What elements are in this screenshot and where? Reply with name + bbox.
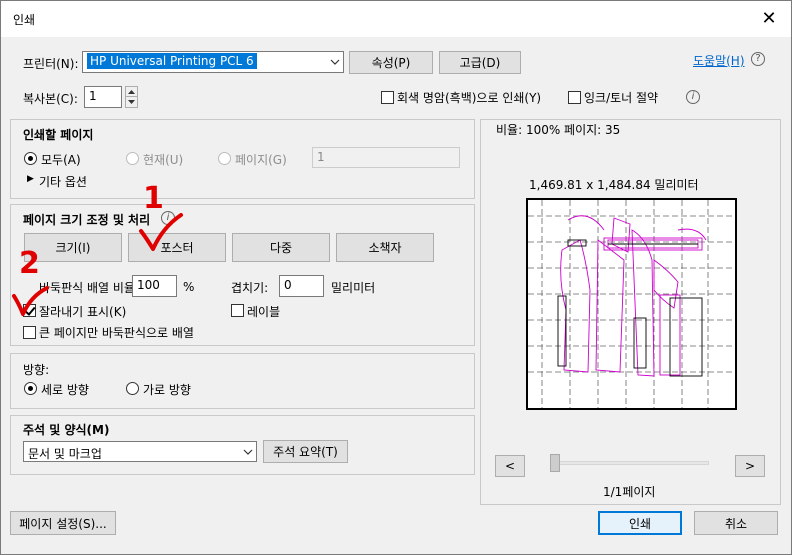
landscape-label: 가로 방향 [143,383,191,397]
chevron-down-icon [239,442,256,461]
chevron-down-icon [326,52,343,72]
expand-triangle-icon[interactable]: ▶ [27,174,34,184]
large-pages-label: 큰 페이지만 바둑판식으로 배열 [39,326,194,340]
all-pages-label: 모두(A) [41,153,81,167]
overlap-input[interactable]: 0 [279,275,324,297]
chevron-down-icon[interactable] [126,97,137,107]
current-page-radio[interactable] [126,152,139,165]
printer-label: 프린터(N): [23,57,79,71]
page-sizing-title: 페이지 크기 조정 및 처리 [23,213,151,227]
annotation-marker-1: 1 [143,181,164,216]
tile-scale-unit: % [183,280,195,294]
advanced-button[interactable]: 고급(D) [439,51,521,74]
all-pages-radio[interactable] [24,152,37,165]
cancel-button[interactable]: 취소 [694,511,778,535]
print-preview [526,198,737,410]
copies-input[interactable]: 1 [84,86,122,108]
poster-tile-preview [528,200,735,408]
page-range-input[interactable]: 1 [312,147,460,168]
page-range-label: 페이지(G) [235,153,287,167]
preview-slider[interactable] [551,461,709,465]
orientation-title: 방향: [23,363,50,377]
more-options-label[interactable]: 기타 옵션 [39,173,87,190]
close-icon[interactable]: ✕ [757,7,781,31]
comments-select[interactable]: 문서 및 마크업 [23,441,257,462]
large-pages-checkbox[interactable] [23,326,36,339]
chevron-up-icon[interactable] [126,87,137,97]
ink-save-label: 잉크/토너 절약 [584,91,659,105]
help-icon[interactable]: ? [751,52,765,66]
preview-prev-button[interactable]: < [495,455,525,477]
labels-checkbox[interactable] [231,304,244,317]
page-setup-button[interactable]: 페이지 설정(S)... [10,511,116,535]
grayscale-checkbox[interactable] [381,91,394,104]
printer-value: HP Universal Printing PCL 6 [87,53,257,69]
printer-select[interactable]: HP Universal Printing PCL 6 [82,51,344,73]
preview-scale-text: 비율: 100% 페이지: 35 [496,123,621,137]
booklet-button[interactable]: 소책자 [336,233,434,262]
annotation-marker-2: 2 [19,246,40,281]
copies-stepper[interactable] [125,86,138,108]
page-range-radio[interactable] [218,152,231,165]
properties-button[interactable]: 속성(P) [349,51,433,74]
help-link[interactable]: 도움말(H) [693,52,745,69]
annotation-check-1 [139,213,183,251]
ink-save-checkbox[interactable] [568,91,581,104]
info-icon[interactable]: i [686,90,700,104]
window-title: 인쇄 [13,13,36,27]
grayscale-label: 회색 명암(흑백)으로 인쇄(Y) [397,91,542,105]
tile-scale-label: 바둑판식 배열 비율: [39,281,139,295]
title-bar: 인쇄 ✕ [1,1,791,37]
portrait-radio[interactable] [24,382,37,395]
portrait-label: 세로 방향 [41,383,89,397]
copies-label: 복사본(C): [23,92,78,106]
pages-to-print-title: 인쇄할 페이지 [23,128,94,142]
comments-title: 주석 및 양식(M) [23,423,110,437]
annotation-check-2 [12,286,49,316]
preview-dimensions: 1,469.81 x 1,484.84 밀리미터 [529,178,699,192]
labels-label: 레이블 [247,305,281,319]
overlap-unit: 밀리미터 [331,281,376,295]
tile-scale-input[interactable]: 100 [132,275,177,297]
preview-slider-thumb[interactable] [550,454,560,472]
preview-page-indicator: 1/1페이지 [603,485,656,499]
overlap-label: 겹치기: [231,281,269,295]
landscape-radio[interactable] [126,382,139,395]
current-page-label: 현재(U) [143,153,184,167]
tile-grid [528,200,735,408]
cut-marks-label: 잘라내기 표시(K) [39,305,127,319]
print-dialog: 인쇄 ✕ 프린터(N): HP Universal Printing PCL 6… [0,0,792,555]
comments-summary-button[interactable]: 주석 요약(T) [263,440,348,463]
preview-next-button[interactable]: > [735,455,765,477]
comments-value: 문서 및 마크업 [28,447,102,461]
print-button[interactable]: 인쇄 [598,511,682,535]
multiple-button[interactable]: 다중 [232,233,330,262]
